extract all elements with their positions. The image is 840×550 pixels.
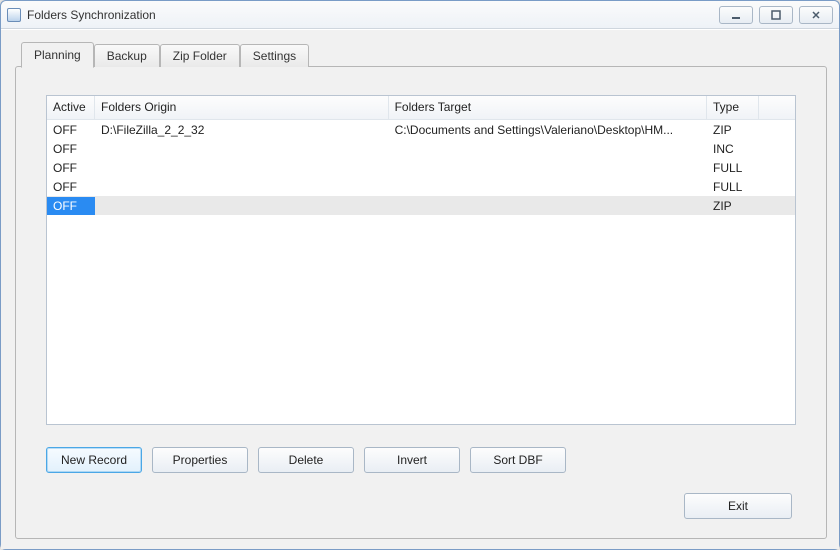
tab-backup[interactable]: Backup: [94, 44, 160, 67]
cell-target: C:\Documents and Settings\Valeriano\Desk…: [389, 121, 707, 139]
invert-button[interactable]: Invert: [364, 447, 460, 473]
cell-type: FULL: [707, 159, 759, 177]
tab-zip-folder[interactable]: Zip Folder: [160, 44, 240, 67]
new-record-button[interactable]: New Record: [46, 447, 142, 473]
client-area: Planning Backup Zip Folder Settings Acti…: [1, 29, 839, 549]
cell-spare: [759, 185, 795, 189]
cell-type: ZIP: [707, 121, 759, 139]
minimize-icon: [730, 9, 742, 21]
cell-target: [389, 166, 707, 170]
column-header-target[interactable]: Folders Target: [389, 96, 707, 119]
app-icon: [7, 8, 21, 22]
cell-active: OFF: [47, 159, 95, 177]
cell-active: OFF: [47, 121, 95, 139]
cell-target: [389, 147, 707, 151]
table-row[interactable]: OFF FULL: [47, 158, 795, 177]
cell-type: ZIP: [707, 197, 759, 215]
cell-spare: [759, 166, 795, 170]
exit-button[interactable]: Exit: [684, 493, 792, 519]
exit-row: Exit: [46, 493, 796, 519]
cell-origin: [95, 147, 389, 151]
tab-label: Backup: [107, 49, 147, 63]
cell-origin: [95, 204, 389, 208]
tab-planning[interactable]: Planning: [21, 42, 94, 68]
sort-dbf-button[interactable]: Sort DBF: [470, 447, 566, 473]
tab-label: Settings: [253, 49, 296, 63]
grid-header: Active Folders Origin Folders Target Typ…: [47, 96, 795, 120]
button-row: New Record Properties Delete Invert Sort…: [46, 447, 796, 473]
cell-spare: [759, 147, 795, 151]
cell-spare: [759, 128, 795, 132]
table-row[interactable]: OFF D:\FileZilla_2_2_32 C:\Documents and…: [47, 120, 795, 139]
button-label: Sort DBF: [493, 453, 542, 467]
cell-type: FULL: [707, 178, 759, 196]
cell-spare: [759, 204, 795, 208]
table-row[interactable]: OFF ZIP: [47, 196, 795, 215]
grid-body: OFF D:\FileZilla_2_2_32 C:\Documents and…: [47, 120, 795, 424]
close-button[interactable]: [799, 6, 833, 24]
column-header-origin[interactable]: Folders Origin: [95, 96, 389, 119]
maximize-icon: [770, 9, 782, 21]
table-row[interactable]: OFF INC: [47, 139, 795, 158]
cell-active: OFF: [47, 178, 95, 196]
tab-label: Planning: [34, 48, 81, 62]
tab-label: Zip Folder: [173, 49, 227, 63]
titlebar: Folders Synchronization: [1, 1, 839, 29]
button-label: Invert: [397, 453, 427, 467]
column-header-type[interactable]: Type: [707, 96, 759, 119]
column-header-spare[interactable]: [759, 96, 795, 119]
data-grid[interactable]: Active Folders Origin Folders Target Typ…: [46, 95, 796, 425]
cell-origin: [95, 185, 389, 189]
button-label: New Record: [61, 453, 127, 467]
column-header-active[interactable]: Active: [47, 96, 95, 119]
close-icon: [810, 9, 822, 21]
delete-button[interactable]: Delete: [258, 447, 354, 473]
button-label: Delete: [289, 453, 324, 467]
cell-active: OFF: [47, 140, 95, 158]
cell-origin: [95, 166, 389, 170]
tab-panel: Active Folders Origin Folders Target Typ…: [15, 66, 827, 539]
button-label: Properties: [173, 453, 228, 467]
tab-settings[interactable]: Settings: [240, 44, 309, 67]
table-row[interactable]: OFF FULL: [47, 177, 795, 196]
cell-target: [389, 185, 707, 189]
properties-button[interactable]: Properties: [152, 447, 248, 473]
cell-active: OFF: [47, 197, 95, 215]
app-window: Folders Synchronization Planning Backup …: [0, 0, 840, 550]
window-title: Folders Synchronization: [27, 8, 156, 22]
cell-target: [389, 204, 707, 208]
cell-type: INC: [707, 140, 759, 158]
button-label: Exit: [728, 499, 748, 513]
tab-bar: Planning Backup Zip Folder Settings: [15, 42, 827, 67]
cell-origin: D:\FileZilla_2_2_32: [95, 121, 389, 139]
minimize-button[interactable]: [719, 6, 753, 24]
maximize-button[interactable]: [759, 6, 793, 24]
